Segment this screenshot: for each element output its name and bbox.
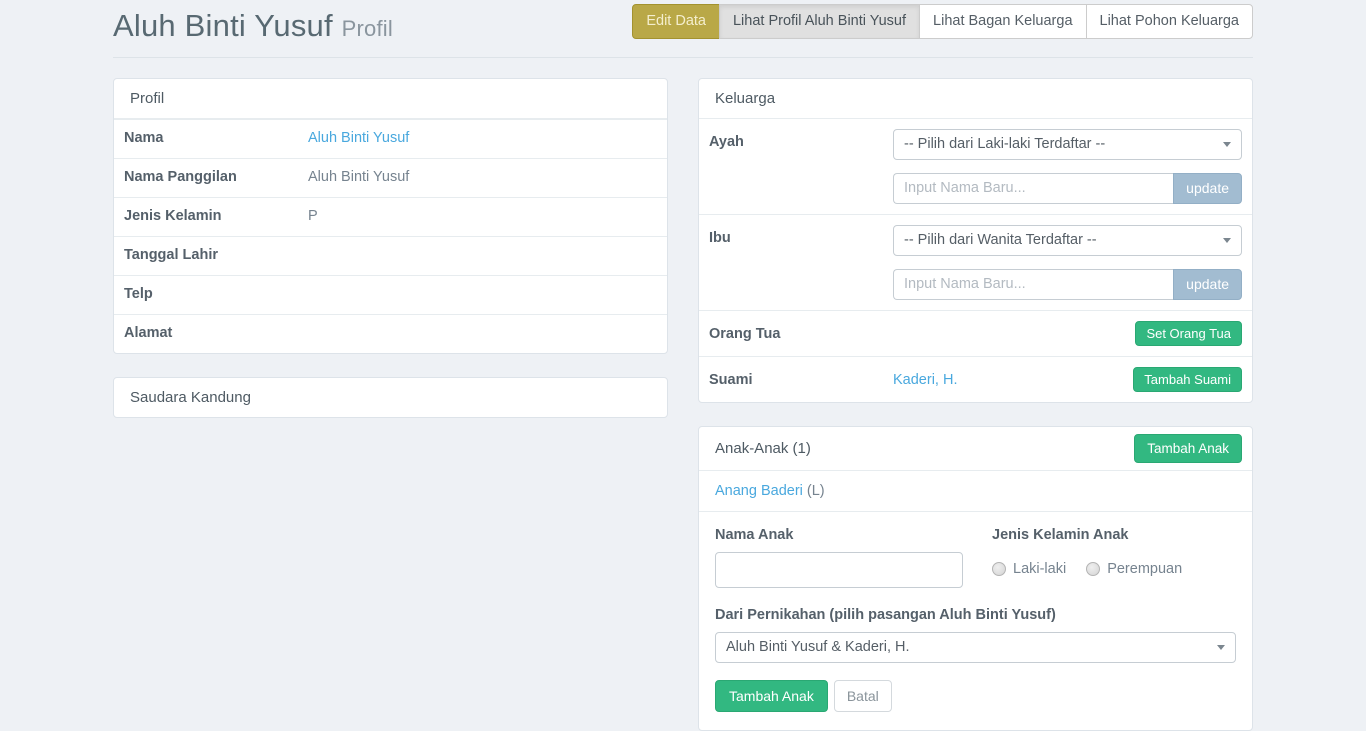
mother-row: Ibu -- Pilih dari Wanita Terdaftar -- up… (699, 214, 1252, 310)
profile-panel-title: Profil (114, 79, 667, 119)
parents-label: Orang Tua (709, 321, 893, 342)
spouse-row: Suami Kaderi, H. Tambah Suami (699, 356, 1252, 402)
cancel-button[interactable]: Batal (834, 680, 892, 712)
parents-row: Orang Tua Set Orang Tua (699, 310, 1252, 356)
siblings-panel: Saudara Kandung (113, 377, 668, 418)
children-panel-title: Anak-Anak (1) (715, 440, 811, 457)
father-label: Ayah (709, 129, 893, 150)
add-spouse-button[interactable]: Tambah Suami (1133, 367, 1242, 392)
radio-option-female[interactable]: Perempuan (1086, 561, 1182, 577)
child-name-link[interactable]: Anang Baderi (715, 483, 803, 499)
page-title: Aluh Binti Yusuf Profil (113, 4, 393, 44)
radio-female-icon[interactable] (1086, 562, 1100, 576)
children-panel: Anak-Anak (1) Tambah Anak Anang Baderi (… (698, 426, 1253, 731)
profile-value: Aluh Binti Yusuf (308, 169, 657, 185)
profile-panel: Profil Nama Aluh Binti Yusuf Nama Panggi… (113, 78, 668, 354)
family-panel-title: Keluarga (699, 79, 1252, 119)
father-new-name-group: update (893, 173, 1242, 204)
child-gender-options: Laki-laki Perempuan (992, 561, 1236, 577)
profile-label: Jenis Kelamin (124, 208, 308, 224)
view-nav-group: Edit Data Lihat Profil Aluh Binti Yusuf … (632, 4, 1253, 39)
submit-add-child-button[interactable]: Tambah Anak (715, 680, 828, 712)
child-gender-label: Jenis Kelamin Anak (992, 527, 1236, 543)
profile-label: Tanggal Lahir (124, 247, 308, 263)
mother-new-name-input[interactable] (893, 269, 1173, 300)
siblings-panel-title: Saudara Kandung (114, 378, 667, 417)
profile-value: P (308, 208, 657, 224)
child-list-item: Anang Baderi (L) (699, 471, 1252, 512)
profile-row-tanggal-lahir: Tanggal Lahir (114, 236, 667, 275)
view-family-chart-button[interactable]: Lihat Bagan Keluarga (919, 4, 1086, 39)
add-child-form: Nama Anak Jenis Kelamin Anak Laki-laki (699, 512, 1252, 730)
chevron-down-icon (1223, 238, 1231, 243)
marriage-select[interactable]: Aluh Binti Yusuf & Kaderi, H. (715, 632, 1236, 663)
mother-select[interactable]: -- Pilih dari Wanita Terdaftar -- (893, 225, 1242, 256)
mother-label: Ibu (709, 225, 893, 246)
father-update-button[interactable]: update (1173, 173, 1242, 204)
header-divider (113, 57, 1253, 58)
father-row: Ayah -- Pilih dari Laki-laki Terdaftar -… (699, 119, 1252, 214)
chevron-down-icon (1217, 645, 1225, 650)
set-parents-button[interactable]: Set Orang Tua (1135, 321, 1242, 346)
father-select-value: -- Pilih dari Laki-laki Terdaftar -- (904, 136, 1105, 152)
profile-row-nama-panggilan: Nama Panggilan Aluh Binti Yusuf (114, 158, 667, 197)
page-header: Aluh Binti Yusuf Profil Edit Data Lihat … (113, 0, 1253, 44)
profile-row-nama: Nama Aluh Binti Yusuf (114, 119, 667, 158)
edit-data-button[interactable]: Edit Data (632, 4, 720, 39)
radio-male-label: Laki-laki (1013, 561, 1066, 577)
form-buttons: Tambah Anak Batal (715, 680, 1236, 712)
page-subtitle: Profil (342, 16, 393, 41)
profile-label: Telp (124, 286, 308, 302)
radio-male-icon[interactable] (992, 562, 1006, 576)
marriage-label: Dari Pernikahan (pilih pasangan Aluh Bin… (715, 607, 1236, 623)
view-profile-button[interactable]: Lihat Profil Aluh Binti Yusuf (719, 4, 920, 39)
spouse-label: Suami (709, 367, 893, 388)
profile-label: Nama (124, 130, 308, 146)
left-column: Profil Nama Aluh Binti Yusuf Nama Panggi… (113, 78, 668, 441)
child-name-input[interactable] (715, 552, 963, 588)
profile-label: Alamat (124, 325, 308, 341)
father-select[interactable]: -- Pilih dari Laki-laki Terdaftar -- (893, 129, 1242, 160)
radio-female-label: Perempuan (1107, 561, 1182, 577)
spouse-name-link[interactable]: Kaderi, H. (893, 372, 957, 388)
marriage-select-value: Aluh Binti Yusuf & Kaderi, H. (726, 639, 910, 655)
family-panel: Keluarga Ayah -- Pilih dari Laki-laki Te… (698, 78, 1253, 403)
parents-value (893, 321, 1135, 326)
profile-label: Nama Panggilan (124, 169, 308, 185)
mother-update-button[interactable]: update (1173, 269, 1242, 300)
main-container: Aluh Binti Yusuf Profil Edit Data Lihat … (113, 0, 1253, 731)
mother-new-name-group: update (893, 269, 1242, 300)
radio-option-male[interactable]: Laki-laki (992, 561, 1066, 577)
add-child-button[interactable]: Tambah Anak (1134, 434, 1242, 463)
profile-row-alamat: Alamat (114, 314, 667, 353)
chevron-down-icon (1223, 142, 1231, 147)
child-gender-tag: (L) (807, 483, 825, 499)
view-family-tree-button[interactable]: Lihat Pohon Keluarga (1086, 4, 1253, 39)
profile-row-telp: Telp (114, 275, 667, 314)
profile-row-jenis-kelamin: Jenis Kelamin P (114, 197, 667, 236)
person-name: Aluh Binti Yusuf (113, 8, 333, 43)
right-column: Keluarga Ayah -- Pilih dari Laki-laki Te… (698, 78, 1253, 731)
profile-name-link[interactable]: Aluh Binti Yusuf (308, 130, 409, 146)
mother-select-value: -- Pilih dari Wanita Terdaftar -- (904, 232, 1097, 248)
children-panel-header: Anak-Anak (1) Tambah Anak (699, 427, 1252, 471)
father-new-name-input[interactable] (893, 173, 1173, 204)
child-name-label: Nama Anak (715, 527, 963, 543)
